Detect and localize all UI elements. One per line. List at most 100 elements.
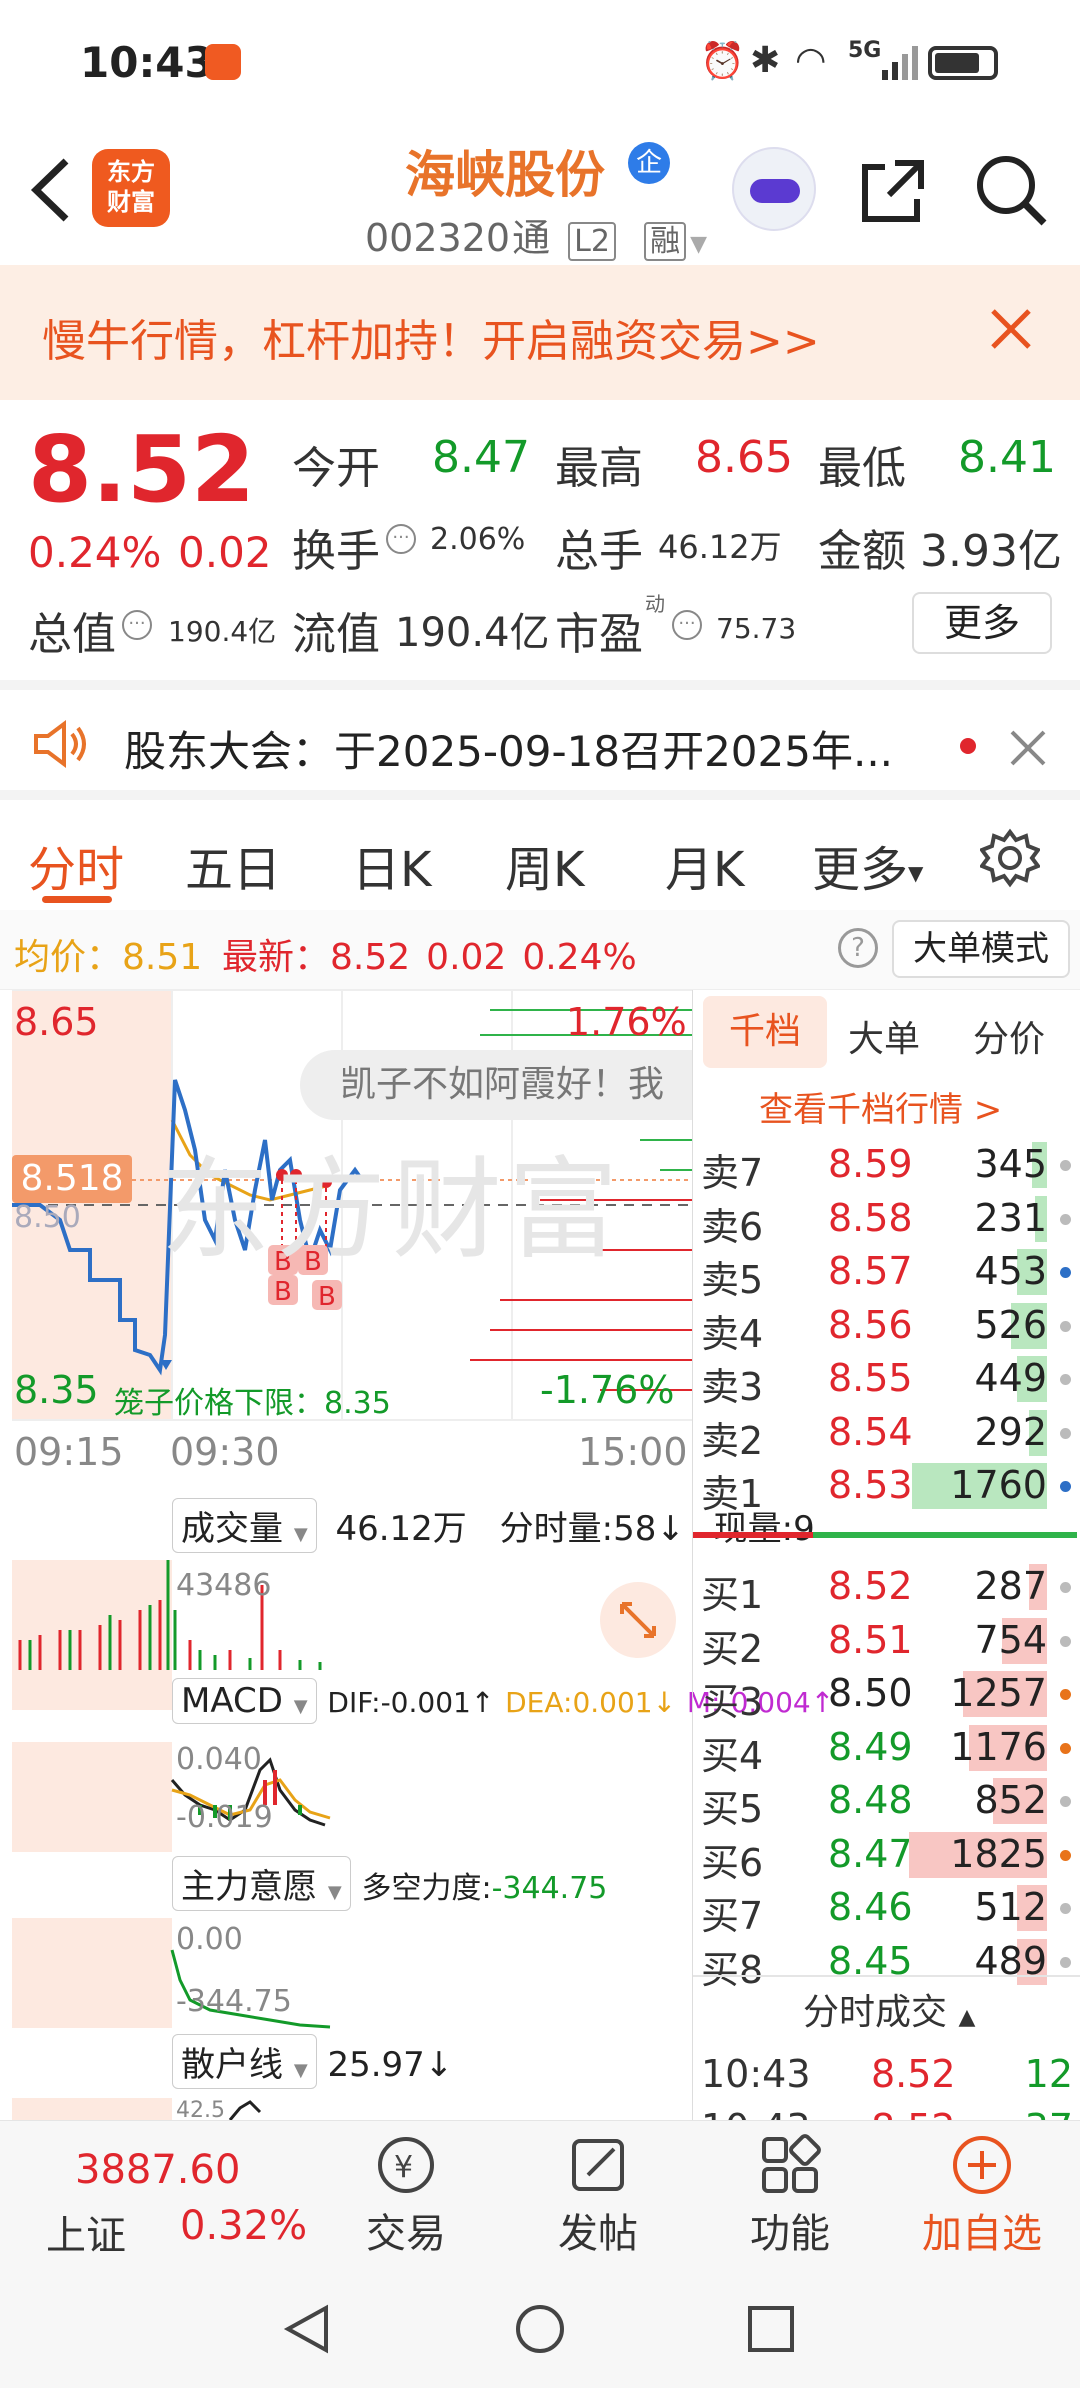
- pe-info-icon[interactable]: ···: [672, 610, 702, 640]
- gear-icon[interactable]: [978, 828, 1042, 888]
- tick-volume: 12: [1024, 2052, 1073, 2096]
- big-order-mode-button[interactable]: 大单模式: [892, 920, 1070, 978]
- buy-row[interactable]: 买2 8.51 754: [693, 1614, 1080, 1671]
- index-pct[interactable]: 0.32%: [180, 2203, 307, 2249]
- sell-row[interactable]: 卖2 8.54 292: [693, 1406, 1080, 1463]
- sell-row[interactable]: 卖5 8.57 453: [693, 1245, 1080, 1302]
- view-depth-link[interactable]: 查看千档行情 >: [759, 1082, 1002, 1131]
- ticks-title[interactable]: 分时成交 ▲: [803, 1983, 975, 2035]
- order-book-panel: 千档 大单 分价 查看千档行情 > 卖7 8.59 345 卖6 8.58 231 卖5 8.…: [692, 990, 1080, 2150]
- sell-volume: 1760: [950, 1463, 1047, 1507]
- tab-dadan[interactable]: 大单: [848, 1010, 920, 1062]
- sell-row[interactable]: 卖6 8.58 231: [693, 1192, 1080, 1249]
- svg-text:B: B: [274, 1277, 292, 1307]
- turnover-info-icon[interactable]: ···: [386, 524, 416, 554]
- open-value: 8.47: [432, 432, 530, 483]
- expand-icon[interactable]: [600, 1582, 676, 1658]
- app-logo: 东方 财富: [92, 149, 170, 227]
- sell-level: 卖5: [701, 1258, 764, 1302]
- app-notification-icon: [205, 44, 241, 80]
- tag-rong[interactable]: 融: [644, 222, 687, 261]
- tab-more[interactable]: 更多▼: [812, 830, 923, 900]
- sell-level: 卖6: [701, 1204, 764, 1249]
- amount-label: 金额: [818, 526, 906, 577]
- share-icon[interactable]: [855, 153, 931, 229]
- buy-level: 买8: [701, 1947, 764, 1992]
- back-triangle-icon[interactable]: [280, 2302, 334, 2356]
- add-watchlist-label: 加自选: [922, 2211, 1042, 2257]
- active-tab-indicator: [42, 896, 112, 903]
- promo-banner[interactable]: 慢牛行情，杠杆加持！开启融资交易>>: [0, 265, 1080, 400]
- index-value[interactable]: 3887.60: [75, 2147, 240, 2193]
- quote-panel: 8.52 0.24% 0.02 总值 ··· 190.4亿 今开 8.47 最高…: [0, 400, 1080, 680]
- home-circle-icon[interactable]: [513, 2302, 567, 2356]
- sanhu-selector[interactable]: 散户线 ▼: [172, 2034, 317, 2089]
- intraday-chart-area[interactable]: B B B B 8.65 1.76% 凯子不如阿霞好！我 东方财富 8.518 …: [0, 990, 834, 2120]
- close-icon[interactable]: [985, 303, 1037, 355]
- sell-row[interactable]: 卖3 8.55 449: [693, 1352, 1080, 1409]
- status-time: 10:43: [80, 38, 214, 87]
- macd-dea: DEA:0.001↓: [505, 1686, 677, 1719]
- buy-row[interactable]: 买3 8.50 1257: [693, 1667, 1080, 1724]
- tab-qiandang[interactable]: 千档: [703, 996, 827, 1068]
- tab-fenjia[interactable]: 分价: [973, 1010, 1045, 1062]
- book-divider: [693, 1532, 1077, 1538]
- zhuli-selector[interactable]: 主力意愿 ▼: [172, 1856, 351, 1911]
- buy-level: 买2: [701, 1626, 764, 1671]
- avg-price-label: 均价：: [14, 937, 123, 978]
- price-limit-text: 笼子价格下限：8.35: [114, 1386, 391, 1421]
- tab-five-day[interactable]: 五日: [185, 830, 281, 900]
- sell-level: 卖2: [701, 1418, 764, 1463]
- recents-square-icon[interactable]: [744, 2302, 798, 2356]
- buy-row[interactable]: 买1 8.52 287: [693, 1560, 1080, 1617]
- low-value: 8.41: [958, 432, 1056, 483]
- more-button[interactable]: 更多: [912, 592, 1052, 654]
- notice-close-icon[interactable]: [1008, 728, 1048, 768]
- tag-tong: 通: [512, 216, 551, 260]
- sell-dot: [1060, 1267, 1071, 1278]
- volume-label: 成交量: [181, 1509, 283, 1549]
- danmaku-bubble[interactable]: 凯子不如阿霞好！我: [300, 1050, 692, 1120]
- svg-text:¥: ¥: [394, 2150, 413, 2185]
- volume-selector[interactable]: 成交量 ▼: [172, 1498, 317, 1553]
- back-icon[interactable]: [22, 155, 82, 225]
- macd-selector[interactable]: MACD ▼: [172, 1678, 317, 1724]
- float-value-label: 流值: [292, 609, 380, 660]
- help-icon[interactable]: ?: [838, 928, 878, 968]
- buy-row[interactable]: 买6 8.47 1825: [693, 1828, 1080, 1885]
- notice-bar[interactable]: 股东大会：于2025-09-18召开2025年...: [0, 680, 1080, 800]
- latest-change: 0.02: [426, 937, 507, 978]
- buy-row[interactable]: 买4 8.49 1176: [693, 1721, 1080, 1778]
- latest-value: 8.52: [330, 937, 411, 978]
- zhuli-value: -344.75: [491, 1871, 608, 1906]
- sell-row[interactable]: 卖1 8.53 1760: [693, 1459, 1080, 1516]
- buy-row[interactable]: 买8 8.45 489: [693, 1935, 1080, 1992]
- sell-price: 8.53: [828, 1463, 913, 1507]
- speaker-icon: [30, 718, 90, 770]
- buy-volume: 1825: [950, 1831, 1047, 1876]
- buy-dot: [1060, 1903, 1071, 1914]
- amount-value: 3.93亿: [920, 526, 1062, 577]
- buy-row[interactable]: 买5 8.48 852: [693, 1774, 1080, 1831]
- tab-week-k[interactable]: 周K: [505, 830, 584, 900]
- macd-plot: [12, 1742, 331, 1852]
- sell-row[interactable]: 卖4 8.56 526: [693, 1299, 1080, 1356]
- buy-level: 买1: [701, 1573, 764, 1617]
- tab-day-k[interactable]: 日K: [352, 830, 431, 900]
- more-dots-icon[interactable]: ···: [122, 610, 152, 640]
- sell-row[interactable]: 卖7 8.59 345: [693, 1138, 1080, 1195]
- tab-fenshi[interactable]: 分时: [28, 830, 124, 900]
- robot-assistant-icon[interactable]: [732, 147, 816, 231]
- search-icon[interactable]: [972, 151, 1052, 231]
- y-min-label: 8.35: [14, 1368, 99, 1412]
- sell-price: 8.56: [828, 1302, 913, 1347]
- buy-price: 8.52: [828, 1564, 913, 1608]
- trade-icon: ¥: [378, 2137, 434, 2193]
- index-name[interactable]: 上证: [46, 2203, 126, 2261]
- post-label: 发帖: [558, 2211, 638, 2257]
- buy-row[interactable]: 买7 8.46 512: [693, 1881, 1080, 1938]
- tab-month-k[interactable]: 月K: [665, 830, 744, 900]
- chevron-down-icon: ▼: [293, 1696, 308, 1717]
- volume-value: 46.12万: [658, 528, 782, 566]
- low-label: 最低: [818, 443, 906, 494]
